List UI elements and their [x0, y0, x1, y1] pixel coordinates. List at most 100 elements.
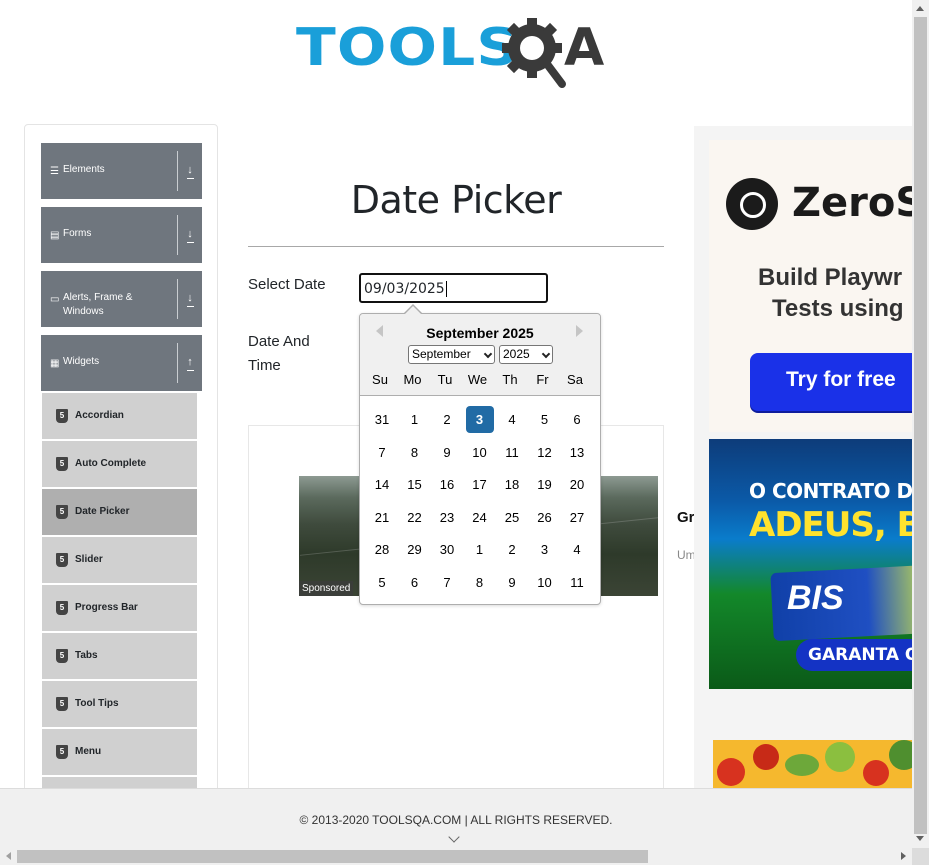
year-select[interactable]: 2025 — [499, 345, 553, 364]
html5-icon: 5 — [56, 649, 68, 663]
calendar-day[interactable]: 17 — [466, 471, 494, 498]
scroll-left-icon[interactable] — [6, 852, 11, 860]
form-icon: ▤ — [50, 230, 60, 241]
vegetables-ad[interactable] — [713, 740, 912, 790]
day-name-sa: Sa — [567, 372, 583, 387]
calendar-day[interactable]: 19 — [531, 471, 559, 498]
tomato-shape — [753, 744, 779, 770]
horizontal-scrollbar[interactable] — [0, 848, 912, 865]
sidebar-item-tool-tips[interactable]: 5 Tool Tips — [42, 681, 197, 727]
sidebar-item-accordian[interactable]: 5 Accordian — [42, 393, 197, 439]
calendar-day[interactable]: 8 — [466, 569, 494, 596]
calendar-day[interactable]: 26 — [531, 504, 559, 531]
sidebar-item-auto-complete[interactable]: 5 Auto Complete — [42, 441, 197, 487]
calendar-day[interactable]: 10 — [531, 569, 559, 596]
bis-headline-1: O CONTRATO DO ÍDOLO A — [749, 479, 912, 503]
hamburger-icon: ☰ — [50, 166, 59, 177]
calendar-day[interactable]: 21 — [368, 504, 396, 531]
chevron-down-icon[interactable] — [448, 831, 460, 843]
calendar-day[interactable]: 6 — [401, 569, 429, 596]
calendar-day[interactable]: 27 — [563, 504, 591, 531]
sidebar-item-date-picker[interactable]: 5 Date Picker — [42, 489, 197, 535]
calendar-day[interactable]: 12 — [531, 439, 559, 466]
scroll-down-icon[interactable] — [916, 836, 924, 841]
group-label: Widgets — [63, 356, 100, 367]
calendar-day[interactable]: 8 — [401, 439, 429, 466]
calendar-day[interactable]: 6 — [563, 406, 591, 433]
text-caret — [445, 281, 447, 297]
sidebar-item-slider[interactable]: 5 Slider — [42, 537, 197, 583]
day-name-fr: Fr — [536, 372, 549, 387]
sidebar-item-label: Auto Complete — [75, 458, 147, 469]
calendar-day[interactable]: 9 — [433, 439, 461, 466]
calendar-day[interactable]: 22 — [401, 504, 429, 531]
calendar-day[interactable]: 1 — [401, 406, 429, 433]
selected-day[interactable]: 3 — [465, 406, 494, 433]
download-arrow-icon[interactable]: ↓ — [182, 162, 198, 178]
group-header-widgets[interactable]: ▦ Widgets ↑ — [41, 335, 202, 391]
leaf-shape — [825, 742, 855, 772]
zerostep-ad[interactable]: ZeroS Build Playwr Tests using Try for f… — [709, 140, 912, 432]
garanta-button[interactable]: GARANTA O SEU — [796, 639, 912, 671]
calendar-day[interactable]: 10 — [466, 439, 494, 466]
calendar-day[interactable]: 24 — [466, 504, 494, 531]
calendar-day[interactable]: 25 — [498, 504, 526, 531]
calendar-day[interactable]: 11 — [498, 439, 526, 466]
calendar-day[interactable]: 30 — [433, 536, 461, 563]
calendar-day[interactable]: 31 — [368, 406, 396, 433]
sidebar-item-menu[interactable]: 5 Menu — [42, 729, 197, 775]
calendar-day[interactable]: 28 — [368, 536, 396, 563]
calendar-day[interactable]: 16 — [433, 471, 461, 498]
calendar-day[interactable]: 23 — [433, 504, 461, 531]
page-viewport: TOOLS A ☰ Elements ↓ ▤ Forms ↓ ▭ Alerts,… — [0, 0, 912, 848]
vertical-scroll-thumb[interactable] — [914, 17, 927, 834]
calendar-day[interactable]: 3 — [531, 536, 559, 563]
horizontal-scroll-thumb[interactable] — [17, 850, 648, 863]
calendar-day[interactable]: 15 — [401, 471, 429, 498]
calendar-day[interactable]: 20 — [563, 471, 591, 498]
calendar-day[interactable]: 2 — [498, 536, 526, 563]
calendar-day[interactable]: 9 — [498, 569, 526, 596]
select-date-input[interactable]: 09/03/2025 — [359, 273, 548, 303]
group-divider — [177, 279, 178, 319]
calendar-day[interactable]: 14 — [368, 471, 396, 498]
window-icon: ▭ — [50, 294, 60, 305]
calendar-day[interactable]: 2 — [433, 406, 461, 433]
calendar-day[interactable]: 4 — [563, 536, 591, 563]
calendar-day[interactable]: 29 — [401, 536, 429, 563]
calendar-day[interactable]: 5 — [368, 569, 396, 596]
sidebar-item-tabs[interactable]: 5 Tabs — [42, 633, 197, 679]
calendar-day[interactable]: 18 — [498, 471, 526, 498]
day-name-mo: Mo — [403, 372, 422, 387]
month-select[interactable]: September — [408, 345, 495, 364]
logo-a-text: A — [564, 18, 605, 78]
calendar-day[interactable]: 11 — [563, 569, 591, 596]
calendar-day[interactable]: 5 — [531, 406, 559, 433]
next-month-icon[interactable] — [576, 325, 583, 337]
upload-arrow-icon[interactable]: ↑ — [182, 354, 198, 370]
scroll-up-icon[interactable] — [916, 6, 924, 11]
calendar-day[interactable]: 7 — [368, 439, 396, 466]
try-for-free-button[interactable]: Try for free — [750, 353, 912, 411]
group-label: Elements — [63, 164, 105, 175]
html5-icon: 5 — [56, 409, 68, 423]
year-select-value: 2025 — [503, 347, 530, 361]
group-header-forms[interactable]: ▤ Forms ↓ — [41, 207, 202, 263]
sidebar-item-progress-bar[interactable]: 5 Progress Bar — [42, 585, 197, 631]
title-divider — [248, 246, 664, 247]
toolsqa-logo[interactable]: TOOLS A — [296, 14, 626, 94]
group-header-elements[interactable]: ☰ Elements ↓ — [41, 143, 202, 199]
calendar-day[interactable]: 7 — [433, 569, 461, 596]
sidebar-item-label: Accordian — [75, 410, 124, 421]
zerostep-tagline-2: Tests using — [772, 295, 904, 322]
download-arrow-icon[interactable]: ↓ — [182, 290, 198, 306]
group-header-alerts[interactable]: ▭ Alerts, Frame & Windows ↓ — [41, 271, 202, 327]
datepicker-pointer-fill — [405, 306, 421, 314]
download-arrow-icon[interactable]: ↓ — [182, 226, 198, 242]
calendar-day[interactable]: 4 — [498, 406, 526, 433]
calendar-day[interactable]: 1 — [466, 536, 494, 563]
calendar-day[interactable]: 13 — [563, 439, 591, 466]
bis-ad[interactable]: O CONTRATO DO ÍDOLO A ADEUS, BIS LI BIS … — [709, 439, 912, 689]
scroll-right-icon[interactable] — [901, 852, 906, 860]
vertical-scrollbar[interactable] — [912, 0, 929, 848]
